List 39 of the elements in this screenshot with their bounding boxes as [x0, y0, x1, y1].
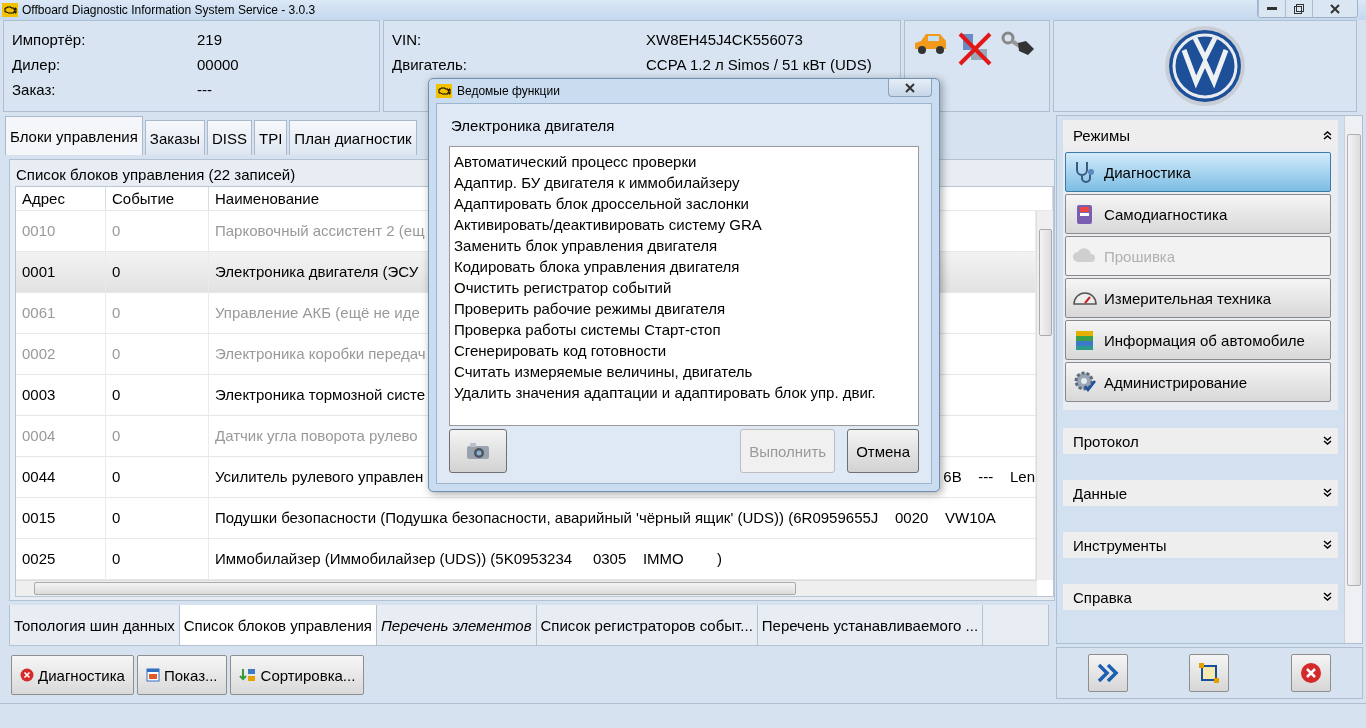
table-cell: 0003 — [16, 374, 106, 415]
field-label: Двигатель: — [392, 56, 468, 73]
table-cell: 0 — [106, 210, 209, 251]
section-title: Инструменты — [1073, 536, 1167, 554]
field-label: Заказ: — [12, 81, 57, 98]
field-label: VIN: — [392, 31, 423, 48]
section-title: Протокол — [1073, 432, 1139, 450]
window-title: Offboard Diagnostic Information System Service - 3.0.3 — [22, 3, 317, 17]
field-label: Дилер: — [12, 56, 62, 73]
section-title: Справка — [1073, 588, 1132, 606]
field-value: 00000 — [197, 56, 240, 73]
field-value: --- — [197, 81, 213, 98]
table-cell: 0001 — [16, 251, 106, 292]
field-value: XW8EH45J4CK556073 — [646, 31, 804, 48]
table-cell: 0015 — [16, 497, 106, 538]
table-cell: 0 — [106, 251, 209, 292]
dialog-subtitle: Электроника двигателя — [451, 116, 615, 134]
table-cell: 0025 — [16, 538, 106, 579]
section-title: Режимы — [1073, 126, 1131, 144]
table-cell: 0 — [106, 456, 209, 497]
table-cell: 0 — [106, 538, 209, 579]
field-value: CCPA 1.2 л Simos / 51 кВт (UDS) — [646, 56, 873, 73]
table-cell: 0 — [106, 333, 209, 374]
unit-name: Усилитель рулевого управлен — [215, 468, 424, 486]
table-cell: 0 — [106, 292, 209, 333]
table-cell: 0002 — [16, 333, 106, 374]
field-value: 219 — [197, 31, 224, 48]
dialog-title: Ведомые функции — [457, 84, 560, 98]
list-title: Список блоков управления (22 записей) — [16, 165, 296, 183]
table-cell: 0 — [106, 415, 209, 456]
section-title: Данные — [1073, 484, 1128, 502]
table-cell: 0010 — [16, 210, 106, 251]
table-cell: 0044 — [16, 456, 106, 497]
table-cell: 0004 — [16, 415, 106, 456]
table-cell: 0061 — [16, 292, 106, 333]
field-label: Импортёр: — [12, 31, 87, 48]
table-cell: 0 — [106, 374, 209, 415]
unit-details: 6B --- Len — [943, 468, 1035, 486]
table-cell: 0 — [106, 497, 209, 538]
